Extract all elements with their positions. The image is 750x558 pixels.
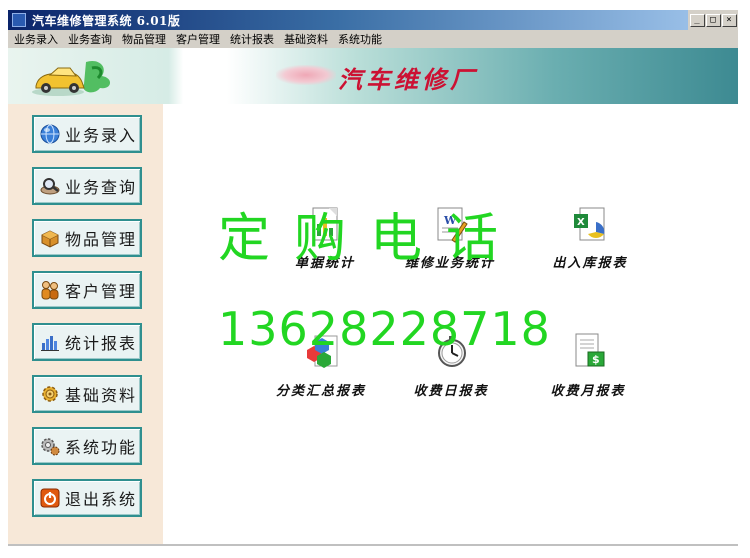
blurred-region xyxy=(276,65,336,85)
func-label: 收费日报表 xyxy=(413,384,489,399)
nav-label: 统计报表 xyxy=(65,334,138,353)
app-icon xyxy=(12,13,26,27)
close-button[interactable]: × xyxy=(721,13,737,27)
nav-business-query-button[interactable]: 业务查询 xyxy=(32,167,142,205)
nav-exit-system-button[interactable]: 退出系统 xyxy=(32,479,142,517)
watermark-phone-number: 13628228718 xyxy=(218,302,551,356)
title-bar: 汽车维修管理系统 6.01版 _ □ × xyxy=(8,10,738,30)
svg-text:X: X xyxy=(577,217,585,228)
nav-label: 基础资料 xyxy=(65,386,138,405)
nav-label: 系统功能 xyxy=(65,438,138,457)
menu-system-functions[interactable]: 系统功能 xyxy=(338,31,382,47)
window-title: 汽车维修管理系统 6.01版 xyxy=(32,14,181,28)
nav-label: 业务录入 xyxy=(65,126,138,145)
car-logo-icon xyxy=(32,60,111,96)
minimize-button[interactable]: _ xyxy=(689,13,705,27)
menu-statistics-reports[interactable]: 统计报表 xyxy=(230,31,274,47)
menu-business-query[interactable]: 业务查询 xyxy=(68,31,112,47)
bar-chart-icon xyxy=(41,336,59,351)
power-icon xyxy=(40,488,60,508)
menu-customer-management[interactable]: 客户管理 xyxy=(176,31,220,47)
func-label: 收费月报表 xyxy=(550,384,626,399)
menu-bar: 业务录入 业务查询 物品管理 客户管理 统计报表 基础资料 系统功能 xyxy=(8,30,738,48)
box-icon xyxy=(41,230,59,248)
header-banner: 汽车维修厂 xyxy=(8,48,738,104)
globe-icon xyxy=(40,124,60,144)
window-controls: _ □ × xyxy=(688,10,738,30)
nav-statistics-reports-button[interactable]: 统计报表 xyxy=(32,323,142,361)
menu-business-entry[interactable]: 业务录入 xyxy=(14,31,58,47)
func-label: 出入库报表 xyxy=(552,256,628,271)
sidebar: 业务录入 业务查询 物品管理 客户管理 统计报表 基础资料 系统功能 退出系统 xyxy=(8,104,163,544)
nav-customer-management-button[interactable]: 客户管理 xyxy=(32,271,142,309)
nav-goods-management-button[interactable]: 物品管理 xyxy=(32,219,142,257)
gear-icon xyxy=(41,438,60,456)
func-inout-stock-report[interactable]: X 出入库报表 xyxy=(535,204,645,271)
excel-chart-icon: X xyxy=(574,207,605,241)
window-bottom-edge xyxy=(8,544,738,546)
nav-label: 业务查询 xyxy=(65,178,138,197)
maximize-button[interactable]: □ xyxy=(705,13,721,27)
app-name-title: 汽车维修厂 xyxy=(338,65,478,94)
people-icon xyxy=(41,281,59,300)
nav-label: 退出系统 xyxy=(65,490,138,509)
nav-basic-data-button[interactable]: 基础资料 xyxy=(32,375,142,413)
svg-text:$: $ xyxy=(592,353,600,366)
money-report-icon: $ xyxy=(575,333,605,367)
nav-system-functions-button[interactable]: 系统功能 xyxy=(32,427,142,465)
nav-label: 物品管理 xyxy=(65,230,138,249)
menu-basic-data[interactable]: 基础资料 xyxy=(284,31,328,47)
nav-business-entry-button[interactable]: 业务录入 xyxy=(32,115,142,153)
func-label: 分类汇总报表 xyxy=(275,384,366,399)
nav-label: 客户管理 xyxy=(65,282,138,301)
menu-goods-management[interactable]: 物品管理 xyxy=(122,31,166,47)
watermark-phone-label: 定购电话 xyxy=(218,209,523,269)
magnifier-icon xyxy=(40,178,60,195)
settings-icon xyxy=(42,386,58,402)
